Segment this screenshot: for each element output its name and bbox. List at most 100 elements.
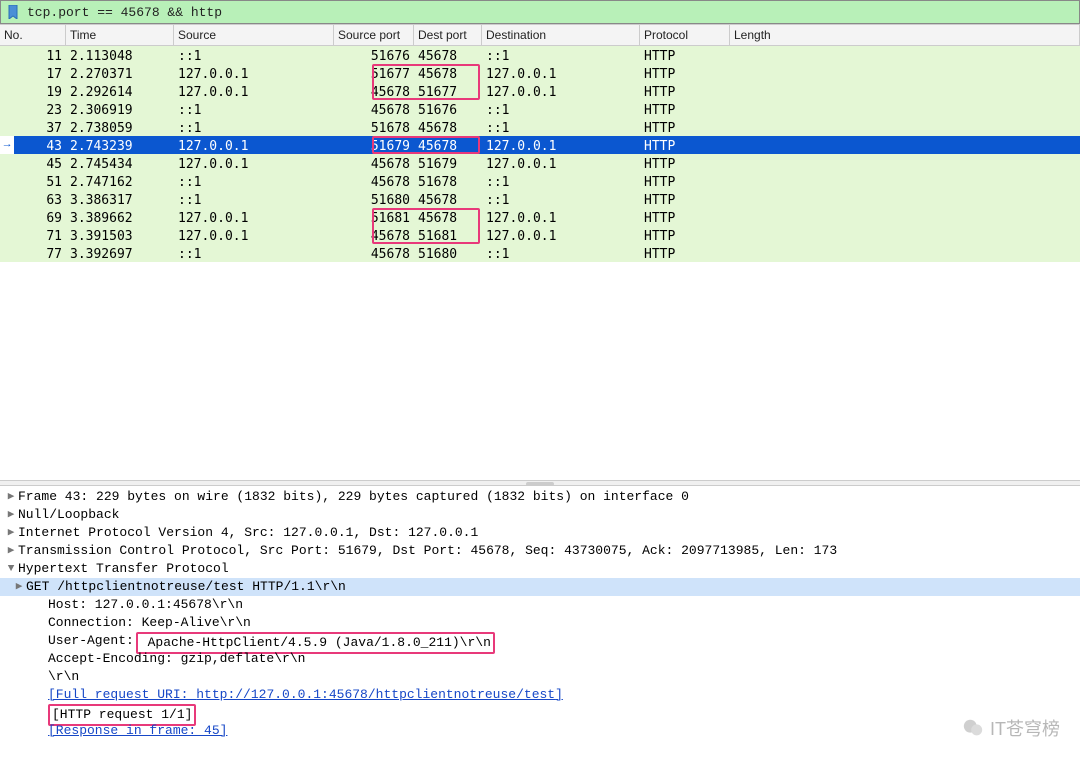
cell: ::1 (174, 172, 334, 190)
cell: 127.0.0.1 (482, 136, 640, 154)
col-header-dstport[interactable]: Dest port (414, 25, 482, 45)
bookmark-icon[interactable] (5, 4, 21, 20)
cell: 2.745434 (66, 154, 174, 172)
cell: 2.113048 (66, 46, 174, 64)
tree-label: Connection: Keep-Alive\r\n (48, 614, 251, 632)
cell: 69 (0, 208, 66, 226)
packet-row[interactable]: 713.391503127.0.0.14567851681127.0.0.1HT… (0, 226, 1080, 244)
cell (730, 118, 1080, 136)
http-accept-encoding[interactable]: Accept-Encoding: gzip,deflate\r\n (0, 650, 1080, 668)
packet-row[interactable]: 172.270371127.0.0.15167745678127.0.0.1HT… (0, 64, 1080, 82)
cell: 127.0.0.1 (174, 208, 334, 226)
http-request-count[interactable]: [HTTP request 1/1] (0, 704, 1080, 722)
packet-details-pane[interactable]: ▶ Frame 43: 229 bytes on wire (1832 bits… (0, 486, 1080, 740)
cell: HTTP (640, 226, 730, 244)
cell (730, 190, 1080, 208)
packet-row[interactable]: 633.386317::15168045678::1HTTP (0, 190, 1080, 208)
http-user-agent[interactable]: User-Agent: Apache-HttpClient/4.5.9 (Jav… (0, 632, 1080, 650)
tree-frame[interactable]: ▶ Frame 43: 229 bytes on wire (1832 bits… (0, 488, 1080, 506)
cell: 127.0.0.1 (174, 82, 334, 100)
cell: ::1 (174, 244, 334, 262)
cell: ::1 (482, 172, 640, 190)
packet-row[interactable]: 693.389662127.0.0.15168145678127.0.0.1HT… (0, 208, 1080, 226)
pane-splitter[interactable] (0, 480, 1080, 486)
cell (730, 100, 1080, 118)
packet-row[interactable]: 192.292614127.0.0.14567851677127.0.0.1HT… (0, 82, 1080, 100)
cell: 3.386317 (66, 190, 174, 208)
packet-row[interactable]: 232.306919::14567851676::1HTTP (0, 100, 1080, 118)
http-response-frame[interactable]: [Response in frame: 45] (0, 722, 1080, 740)
cell: 2.306919 (66, 100, 174, 118)
display-filter-input[interactable] (25, 4, 1075, 21)
expand-arrow-icon[interactable]: ▶ (4, 542, 18, 560)
collapse-arrow-icon[interactable]: ▼ (4, 560, 18, 578)
packet-row[interactable]: 112.113048::15167645678::1HTTP (0, 46, 1080, 64)
cell: 45678 (414, 64, 482, 82)
tree-ip[interactable]: ▶ Internet Protocol Version 4, Src: 127.… (0, 524, 1080, 542)
expand-arrow-icon[interactable]: ▶ (4, 506, 18, 524)
cell: HTTP (640, 118, 730, 136)
display-filter-bar[interactable] (0, 0, 1080, 24)
tree-label: User-Agent: (48, 632, 134, 650)
packet-row[interactable]: 773.392697::14567851680::1HTTP (0, 244, 1080, 262)
tree-label: ] (555, 687, 563, 702)
cell: 71 (0, 226, 66, 244)
tree-http[interactable]: ▼ Hypertext Transfer Protocol (0, 560, 1080, 578)
cell: 3.389662 (66, 208, 174, 226)
http-connection[interactable]: Connection: Keep-Alive\r\n (0, 614, 1080, 632)
tree-tcp[interactable]: ▶ Transmission Control Protocol, Src Por… (0, 542, 1080, 560)
cell: ::1 (174, 118, 334, 136)
packet-row[interactable]: 512.747162::14567851678::1HTTP (0, 172, 1080, 190)
http-request-line[interactable]: ▶ GET /httpclientnotreuse/test HTTP/1.1\… (0, 578, 1080, 596)
col-header-source[interactable]: Source (174, 25, 334, 45)
cell: 45 (0, 154, 66, 172)
full-uri-link[interactable]: [Full request URI: http://127.0.0.1:4567… (48, 686, 563, 704)
tree-label: \r\n (48, 668, 79, 686)
cell: 3.391503 (66, 226, 174, 244)
cell: 45678 (334, 82, 414, 100)
cell: HTTP (640, 82, 730, 100)
col-header-time[interactable]: Time (66, 25, 174, 45)
tree-label: Frame 43: 229 bytes on wire (1832 bits),… (18, 488, 689, 506)
col-header-dest[interactable]: Destination (482, 25, 640, 45)
cell (730, 64, 1080, 82)
cell: ::1 (174, 100, 334, 118)
expand-arrow-icon[interactable]: ▶ (4, 524, 18, 542)
response-frame-link[interactable]: [Response in frame: 45] (48, 722, 227, 740)
packet-row[interactable]: 452.745434127.0.0.14567851679127.0.0.1HT… (0, 154, 1080, 172)
packet-list-header[interactable]: No. Time Source Source port Dest port De… (0, 24, 1080, 46)
cell: ::1 (482, 190, 640, 208)
packet-row[interactable]: 432.743239127.0.0.15167945678127.0.0.1HT… (0, 136, 1080, 154)
tree-null-loopback[interactable]: ▶ Null/Loopback (0, 506, 1080, 524)
cell: ::1 (482, 46, 640, 64)
tree-label: Host: 127.0.0.1:45678\r\n (48, 596, 243, 614)
cell: 63 (0, 190, 66, 208)
cell (730, 208, 1080, 226)
tree-label: http://127.0.0.1:45678/httpclientnotreus… (196, 687, 555, 702)
col-header-proto[interactable]: Protocol (640, 25, 730, 45)
http-crlf[interactable]: \r\n (0, 668, 1080, 686)
cell: HTTP (640, 154, 730, 172)
cell: ::1 (482, 100, 640, 118)
expand-arrow-icon[interactable]: ▶ (12, 578, 26, 596)
cell: 2.743239 (66, 136, 174, 154)
cell (730, 172, 1080, 190)
col-header-srcport[interactable]: Source port (334, 25, 414, 45)
cell (730, 154, 1080, 172)
expand-arrow-icon[interactable]: ▶ (4, 488, 18, 506)
cell: 51680 (414, 244, 482, 262)
cell: HTTP (640, 100, 730, 118)
cell: 51681 (414, 226, 482, 244)
cell: ::1 (482, 244, 640, 262)
col-header-no[interactable]: No. (0, 25, 66, 45)
cell: 11 (0, 46, 66, 64)
packet-row[interactable]: 372.738059::15167845678::1HTTP (0, 118, 1080, 136)
col-header-length[interactable]: Length (730, 25, 1080, 45)
cell: 51681 (334, 208, 414, 226)
tree-label: Internet Protocol Version 4, Src: 127.0.… (18, 524, 478, 542)
cell: 51676 (414, 100, 482, 118)
cell: HTTP (640, 244, 730, 262)
cell: 3.392697 (66, 244, 174, 262)
http-full-uri[interactable]: [Full request URI: http://127.0.0.1:4567… (0, 686, 1080, 704)
http-host[interactable]: Host: 127.0.0.1:45678\r\n (0, 596, 1080, 614)
